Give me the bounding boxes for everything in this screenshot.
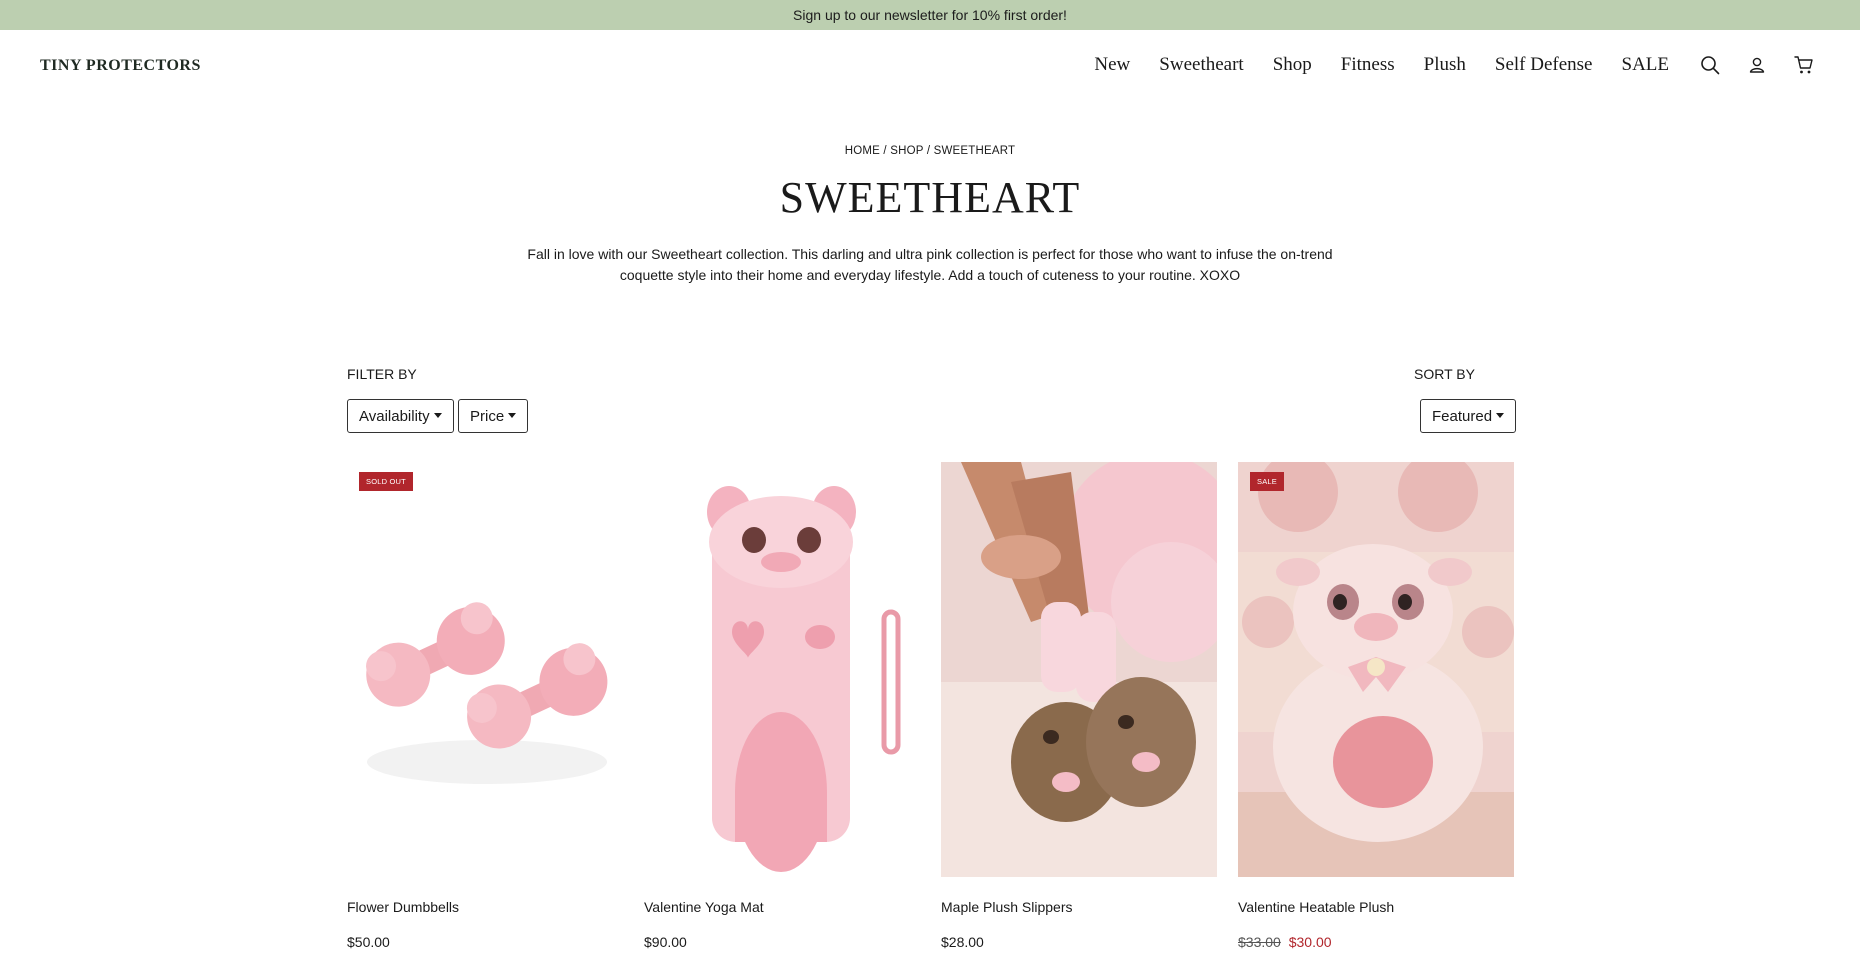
nav-item-self-defense[interactable]: Self Defense [1495,54,1593,76]
product-card[interactable]: Maple Plush Slippers $28.00 [941,462,1217,950]
sold-out-badge: SOLD OUT [359,472,413,491]
product-image-flower-dumbbells[interactable]: SOLD OUT [347,462,623,877]
original-price: $33.00 [1238,934,1281,950]
product-card[interactable]: SOLD OUT Flower Dumbbells $50.00 [347,462,623,950]
slippers-photo [941,462,1217,877]
announcement-text[interactable]: Sign up to our newsletter for 10% first … [793,7,1067,23]
sort-selected: Featured [1432,407,1493,425]
product-name[interactable]: Maple Plush Slippers [941,899,1073,915]
product-price: $28.00 [941,934,984,950]
announcement-bar[interactable]: Sign up to our newsletter for 10% first … [0,0,1860,30]
caret-down-icon [1496,412,1505,418]
product-image-valentine-heatable-plush[interactable]: SALE [1238,462,1514,877]
product-price: $90.00 [644,934,687,950]
logo-text: TINY PROTECTORS [40,57,201,74]
breadcrumb-separator: / [926,145,931,157]
search-icon[interactable] [1698,53,1722,77]
nav-item-plush[interactable]: Plush [1424,54,1466,76]
sort-label: SORT BY [1414,366,1475,382]
availability-filter-label: Availability [359,407,430,425]
header-icons [1698,53,1816,77]
availability-filter-dropdown[interactable]: Availability [347,399,454,433]
filter-label: FILTER BY [347,366,417,382]
product-name[interactable]: Flower Dumbbells [347,899,459,915]
price-filter-dropdown[interactable]: Price [458,399,529,433]
sale-badge: SALE [1250,472,1284,491]
dumbbells-illustration [347,462,623,877]
account-icon[interactable] [1745,53,1769,77]
sort-dropdown[interactable]: Featured [1420,399,1517,433]
sale-price: $30.00 [1288,934,1332,950]
breadcrumb-shop[interactable]: SHOP [890,145,923,157]
product-price: $50.00 [347,934,390,950]
breadcrumb: HOME / SHOP / SWEETHEART [0,145,1860,157]
cart-icon[interactable] [1792,53,1816,77]
product-card[interactable]: SALE Valentine Heatable Plush $33.00 $30… [1238,462,1514,950]
product-image-valentine-yoga-mat[interactable] [644,462,920,877]
page-title: SWEETHEART [779,173,1081,222]
price-filter-label: Price [470,407,505,425]
plush-photo [1238,462,1514,877]
caret-down-icon [508,412,517,418]
nav-item-sweetheart[interactable]: Sweetheart [1159,54,1243,76]
main-nav: New Sweetheart Shop Fitness Plush Self D… [1094,30,1860,100]
product-name[interactable]: Valentine Yoga Mat [644,899,764,915]
breadcrumb-current: SWEETHEART [933,145,1016,157]
nav-item-new[interactable]: New [1094,54,1130,76]
product-name[interactable]: Valentine Heatable Plush [1238,899,1394,915]
product-image-maple-plush-slippers[interactable] [941,462,1217,877]
yoga-mat-illustration [644,462,920,877]
logo[interactable]: TINY PROTECTORS [40,56,201,76]
collection-description: Fall in love with our Sweetheart collect… [527,246,1333,283]
nav-item-shop[interactable]: Shop [1273,54,1312,76]
nav-item-fitness[interactable]: Fitness [1341,54,1395,76]
caret-down-icon [433,412,442,418]
product-card[interactable]: Valentine Yoga Mat $90.00 [644,462,920,950]
product-price: $33.00 $30.00 [1238,934,1332,950]
site-header: TINY PROTECTORS New Sweetheart Shop Fitn… [0,30,1860,100]
breadcrumb-separator: / [883,145,887,157]
nav-item-sale[interactable]: SALE [1622,54,1670,76]
breadcrumb-home[interactable]: HOME [845,145,880,157]
